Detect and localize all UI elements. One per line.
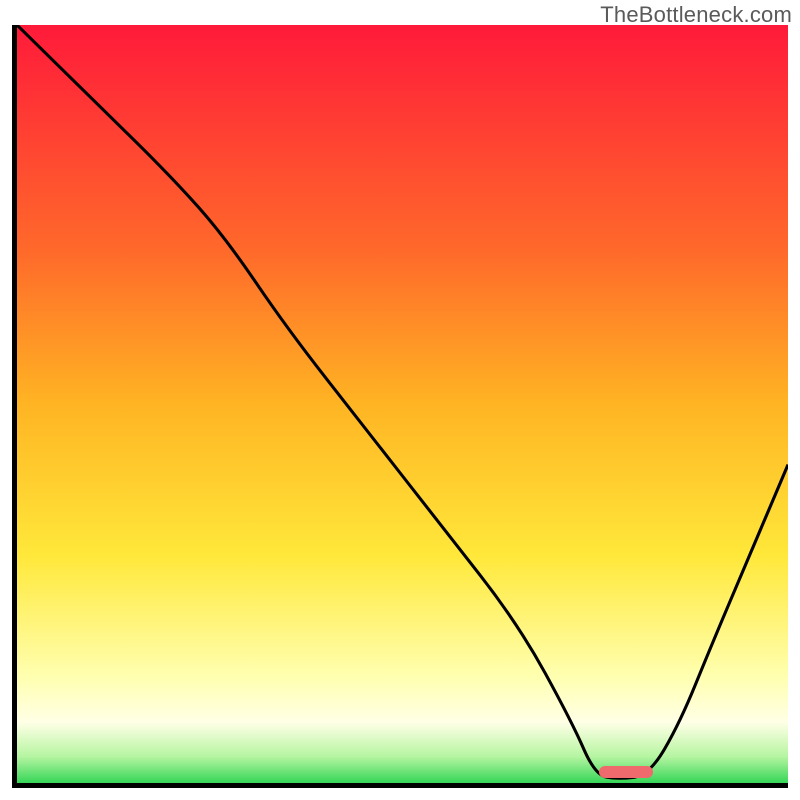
optimal-range-marker [599,766,653,778]
watermark-text: TheBottleneck.com [600,2,792,28]
chart-svg [17,25,788,783]
chart-stage: TheBottleneck.com [0,0,800,800]
plot-area [12,25,788,788]
